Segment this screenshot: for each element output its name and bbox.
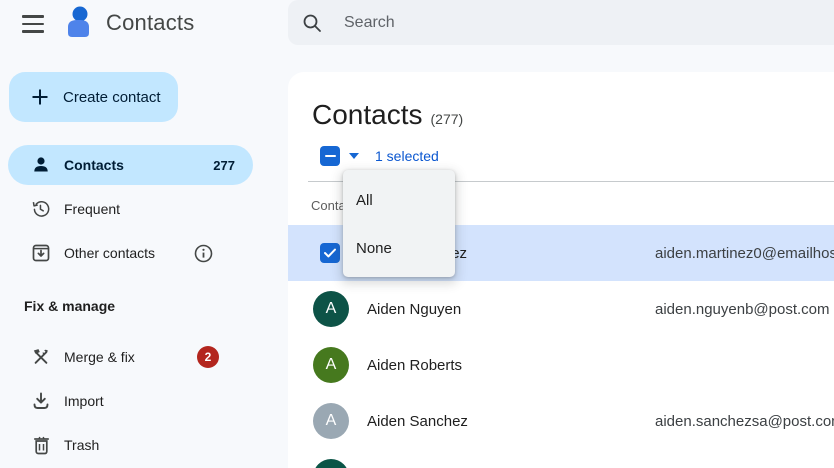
section-header-fix-manage: Fix & manage	[24, 298, 116, 314]
sidebar-item-import[interactable]: Import	[8, 381, 253, 421]
archive-down-icon	[32, 244, 50, 262]
contact-row[interactable]: A Aiden Sanchez aiden.sanchezsa@post.com	[288, 393, 834, 449]
avatar: A	[313, 403, 349, 439]
chevron-down-icon[interactable]	[349, 153, 359, 159]
sidebar-item-label: Contacts	[64, 157, 124, 173]
create-contact-button[interactable]: Create contact	[9, 72, 178, 122]
selection-menu: All None	[343, 170, 455, 277]
person-icon	[32, 156, 50, 174]
row-checkbox-checked[interactable]	[320, 243, 340, 263]
info-icon[interactable]	[194, 244, 213, 263]
selection-toolbar: 1 selected	[288, 144, 439, 168]
contact-name: Aiden Roberts	[367, 356, 463, 374]
check-icon	[324, 248, 336, 258]
merge-fix-badge: 2	[197, 346, 219, 368]
plus-icon	[32, 89, 48, 105]
top-bar: Contacts Search	[0, 0, 834, 45]
sidebar: Create contact Contacts 277 Frequent Oth…	[0, 45, 288, 468]
sidebar-item-label: Trash	[64, 437, 100, 453]
contact-email: aiden.nguyenb@post.com	[655, 300, 830, 318]
page-title-count: (277)	[430, 111, 464, 127]
contacts-count: 277	[213, 157, 235, 173]
page-title: Contacts (277)	[312, 99, 463, 131]
minus-icon	[324, 154, 336, 158]
sidebar-item-trash[interactable]: Trash	[8, 425, 253, 465]
page-title-text: Contacts	[312, 99, 423, 130]
contact-name: Aiden Nguyen	[367, 300, 462, 318]
sidebar-item-label: Frequent	[64, 201, 121, 217]
trash-icon	[32, 436, 50, 454]
contacts-logo-icon	[64, 5, 94, 39]
create-contact-label: Create contact	[63, 88, 161, 106]
contact-row[interactable]	[288, 449, 834, 468]
history-icon	[32, 200, 50, 218]
sidebar-item-merge-fix[interactable]: Merge & fix 2	[8, 337, 253, 377]
sidebar-item-contacts[interactable]: Contacts 277	[8, 145, 253, 185]
avatar: A	[313, 347, 349, 383]
sidebar-item-label: Merge & fix	[64, 349, 135, 365]
contact-name: Aiden Sanchez	[367, 412, 468, 430]
menu-item-all[interactable]: All	[343, 176, 455, 224]
contact-row[interactable]: A Aiden Roberts	[288, 337, 834, 393]
search-input[interactable]: Search	[288, 0, 834, 45]
tools-icon	[32, 348, 50, 366]
selected-count-label: 1 selected	[375, 148, 439, 164]
search-placeholder: Search	[344, 13, 395, 31]
avatar	[313, 459, 349, 468]
menu-item-none[interactable]: None	[343, 224, 455, 272]
sidebar-item-label: Import	[64, 393, 104, 409]
sidebar-item-frequent[interactable]: Frequent	[8, 189, 253, 229]
contact-email: aiden.sanchezsa@post.com	[655, 412, 834, 430]
contact-row[interactable]: A Aiden Nguyen aiden.nguyenb@post.com	[288, 281, 834, 337]
app-title: Contacts	[106, 10, 195, 35]
sidebar-item-label: Other contacts	[64, 245, 156, 261]
menu-icon[interactable]	[16, 8, 52, 40]
sidebar-item-other-contacts[interactable]: Other contacts	[8, 233, 253, 273]
contact-email: aiden.martinez0@emailhost	[655, 244, 834, 262]
search-icon	[303, 14, 321, 32]
avatar: A	[313, 291, 349, 327]
select-all-checkbox[interactable]	[320, 146, 340, 166]
download-icon	[32, 392, 50, 410]
main-panel: Contacts (277) 1 selected Contacts Aiden…	[288, 72, 834, 468]
